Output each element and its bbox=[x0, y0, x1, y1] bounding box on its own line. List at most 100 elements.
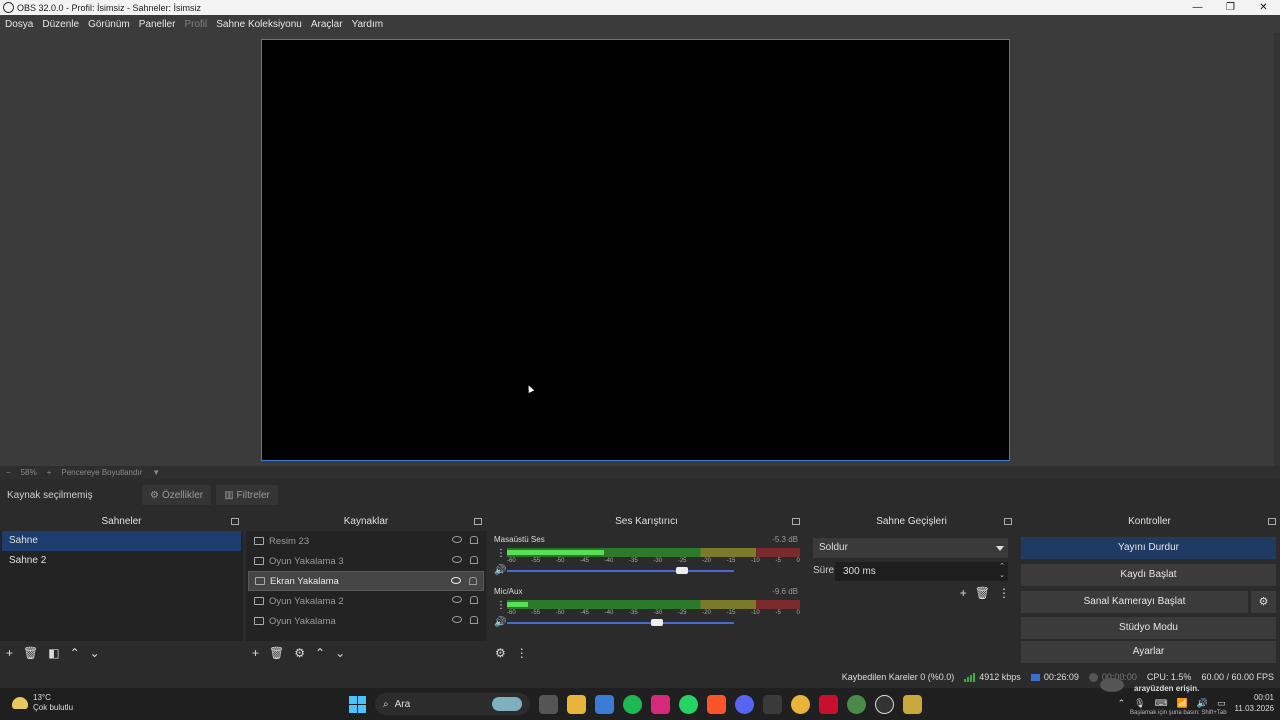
more-options-icon[interactable]: ⋮ bbox=[496, 548, 506, 559]
menu-gorunum[interactable]: Görünüm bbox=[88, 19, 130, 30]
keyboard-icon[interactable]: ⌨ bbox=[1155, 698, 1168, 709]
discord-icon[interactable] bbox=[735, 694, 754, 714]
file-explorer-icon[interactable] bbox=[567, 694, 586, 714]
virtual-camera-settings-icon[interactable]: ⚙ bbox=[1251, 591, 1276, 613]
volume-fader[interactable] bbox=[507, 622, 734, 624]
delete-source-icon[interactable]: 🗑 bbox=[269, 646, 284, 660]
source-item[interactable]: Oyun Yakalama bbox=[248, 611, 484, 631]
move-up-icon[interactable]: ⌃ bbox=[315, 646, 325, 660]
undock-icon[interactable] bbox=[1268, 518, 1276, 525]
move-down-icon[interactable]: ⌄ bbox=[335, 646, 345, 660]
undock-icon[interactable] bbox=[1004, 518, 1012, 525]
zoom-in-button[interactable]: + bbox=[47, 468, 52, 477]
spinner-icon[interactable]: ⌃ ⌄ bbox=[999, 562, 1005, 580]
menu-yardim[interactable]: Yardım bbox=[352, 19, 384, 30]
source-item[interactable]: Oyun Yakalama 2 bbox=[248, 591, 484, 611]
add-source-icon[interactable]: + bbox=[252, 646, 259, 660]
source-item[interactable]: Resim 23 bbox=[248, 531, 484, 551]
menu-duzenle[interactable]: Düzenle bbox=[42, 19, 79, 30]
task-view-icon[interactable] bbox=[539, 694, 558, 714]
fader-handle[interactable] bbox=[651, 619, 664, 626]
move-down-icon[interactable]: ⌄ bbox=[90, 646, 100, 660]
speaker-icon[interactable]: 🔊 bbox=[494, 617, 506, 628]
transition-menu-icon[interactable]: ⋮ bbox=[998, 586, 1010, 600]
close-button[interactable]: ✕ bbox=[1247, 0, 1280, 15]
battery-icon[interactable]: ▭ bbox=[1217, 698, 1226, 709]
maximize-button[interactable]: ❐ bbox=[1214, 0, 1247, 15]
visibility-hidden-icon[interactable] bbox=[452, 536, 462, 543]
filters-button[interactable]: ▥ Filtreler bbox=[215, 484, 279, 506]
menu-sahne-koleksiyonu[interactable]: Sahne Koleksiyonu bbox=[216, 19, 302, 30]
more-options-icon[interactable]: ⋮ bbox=[496, 600, 506, 611]
advanced-audio-icon[interactable]: ⚙ bbox=[495, 646, 506, 660]
tick-label: -50 bbox=[555, 558, 565, 564]
transition-select[interactable]: Soldur bbox=[813, 538, 1008, 558]
volume-fader[interactable] bbox=[507, 570, 734, 572]
tick-label: -15 bbox=[726, 558, 736, 564]
scene-item[interactable]: Sahne bbox=[2, 531, 241, 551]
brave-icon[interactable] bbox=[707, 694, 726, 714]
stop-streaming-button[interactable]: Yayını Durdur bbox=[1021, 537, 1276, 559]
menu-paneller[interactable]: Paneller bbox=[139, 19, 176, 30]
scene-item[interactable]: Sahne 2 bbox=[2, 551, 241, 571]
whatsapp-icon[interactable] bbox=[679, 694, 698, 714]
pocket-icon[interactable] bbox=[819, 694, 838, 714]
weather-widget[interactable]: 13°C Çok bulutlu bbox=[12, 693, 73, 713]
lock-icon[interactable] bbox=[470, 556, 478, 564]
mixer-menu-icon[interactable]: ⋮ bbox=[516, 646, 528, 660]
menu-araclar[interactable]: Araçlar bbox=[311, 19, 343, 30]
duration-input[interactable]: 300 ms ⌃ ⌄ bbox=[835, 562, 1008, 581]
minimize-button[interactable]: — bbox=[1181, 0, 1214, 15]
volume-icon[interactable]: 🔊 bbox=[1197, 698, 1208, 709]
instagram-icon[interactable] bbox=[651, 694, 670, 714]
chrome-icon[interactable] bbox=[791, 694, 810, 714]
source-properties-icon[interactable]: ⚙ bbox=[294, 646, 305, 660]
clock[interactable]: 00:01 11.03.2026 bbox=[1235, 692, 1274, 714]
move-up-icon[interactable]: ⌃ bbox=[70, 646, 80, 660]
store-icon[interactable] bbox=[595, 694, 614, 714]
undock-icon[interactable] bbox=[474, 518, 482, 525]
duration-value: 300 ms bbox=[843, 566, 876, 577]
lock-icon[interactable] bbox=[470, 536, 478, 544]
undock-icon[interactable] bbox=[231, 518, 239, 525]
visibility-icon[interactable] bbox=[451, 577, 461, 584]
lock-icon[interactable] bbox=[470, 616, 478, 624]
source-item[interactable]: Ekran Yakalama bbox=[248, 571, 484, 591]
menu-dosya[interactable]: Dosya bbox=[5, 19, 33, 30]
lock-icon[interactable] bbox=[469, 577, 477, 585]
delete-transition-icon[interactable]: 🗑 bbox=[975, 586, 990, 600]
visibility-hidden-icon[interactable] bbox=[452, 616, 462, 623]
lock-icon[interactable] bbox=[470, 596, 478, 604]
spotify-icon[interactable] bbox=[623, 694, 642, 714]
preview-canvas[interactable] bbox=[261, 39, 1010, 461]
wifi-icon[interactable]: 📶 bbox=[1177, 698, 1188, 709]
delete-scene-icon[interactable]: 🗑 bbox=[23, 646, 38, 660]
scale-mode-dropdown-icon[interactable]: ▼ bbox=[152, 468, 160, 477]
add-scene-icon[interactable]: + bbox=[6, 646, 13, 660]
speaker-icon[interactable]: 🔊 bbox=[494, 565, 506, 576]
start-virtual-camera-button[interactable]: Sanal Kamerayı Başlat bbox=[1021, 591, 1248, 613]
scene-filters-icon[interactable]: ◧ bbox=[48, 646, 59, 660]
properties-button[interactable]: ⚙ Özellikler bbox=[141, 484, 213, 506]
start-recording-button[interactable]: Kaydı Başlat bbox=[1021, 564, 1276, 586]
windows-taskbar: 13°C Çok bulutlu ⌕ Ara ⌃ 🎙 ⌨ 📶 🔊 ▭ 00:01… bbox=[0, 688, 1280, 720]
taskbar-search[interactable]: ⌕ Ara bbox=[375, 693, 530, 715]
chrome-profile-icon[interactable] bbox=[847, 694, 866, 714]
zoom-out-button[interactable]: − bbox=[6, 468, 11, 477]
fader-handle[interactable] bbox=[676, 567, 689, 574]
studio-mode-button[interactable]: Stüdyo Modu bbox=[1021, 617, 1276, 639]
transition-value: Soldur bbox=[819, 542, 848, 553]
add-transition-icon[interactable]: + bbox=[960, 586, 967, 600]
undock-icon[interactable] bbox=[792, 518, 800, 525]
visibility-hidden-icon[interactable] bbox=[452, 556, 462, 563]
source-item[interactable]: Oyun Yakalama 3 bbox=[248, 551, 484, 571]
preview-scrollbar[interactable] bbox=[1274, 33, 1280, 466]
settings-button[interactable]: Ayarlar bbox=[1021, 641, 1276, 663]
steam-icon[interactable] bbox=[763, 694, 782, 714]
visibility-hidden-icon[interactable] bbox=[452, 596, 462, 603]
microphone-icon[interactable]: 🎙 bbox=[1134, 698, 1145, 709]
obs-taskbar-icon[interactable] bbox=[875, 694, 894, 714]
windows-start-icon[interactable] bbox=[349, 695, 366, 713]
chevron-up-icon[interactable]: ⌃ bbox=[1118, 698, 1126, 709]
plex-icon[interactable] bbox=[903, 694, 922, 714]
